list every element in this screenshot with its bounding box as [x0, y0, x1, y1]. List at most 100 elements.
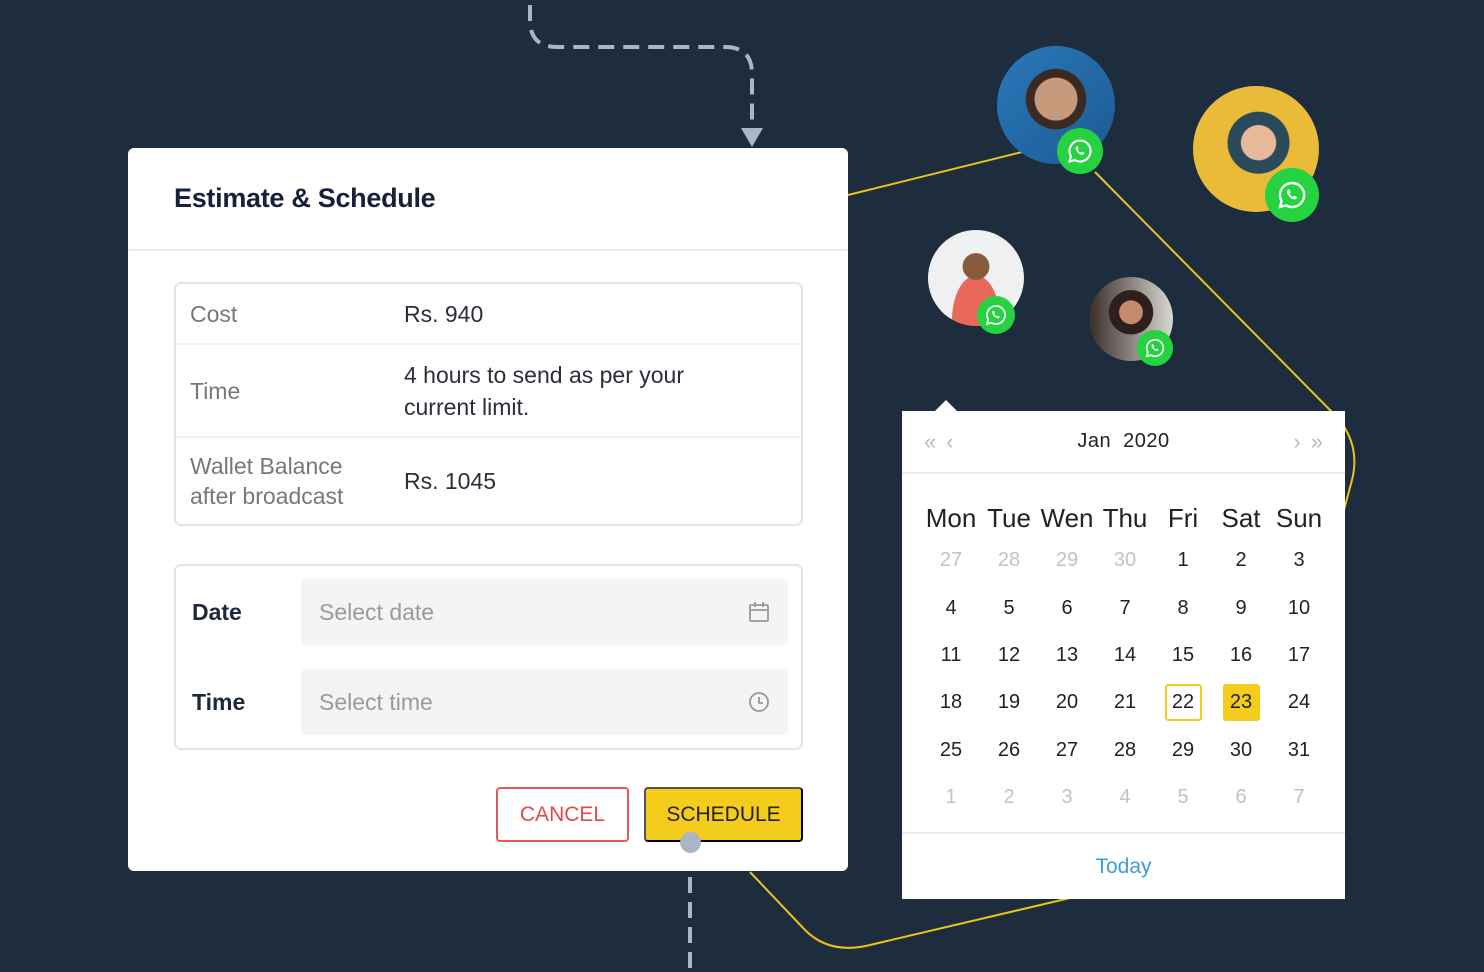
calendar-day[interactable]: 17	[1270, 632, 1328, 679]
weekday-label: Thu	[1102, 503, 1148, 533]
calendar-days: 27 28 29 30 1 2 3 4 5 6 7 8 9 10 11 12 13 14 15 16 17 18 19 20 2…	[922, 537, 1338, 821]
estimate-row-time: Time 4 hours to send as per your current…	[176, 345, 801, 438]
calendar-day[interactable]: 20	[1038, 679, 1096, 726]
calendar-day[interactable]: 28	[980, 537, 1038, 584]
calendar-day[interactable]: 30	[1212, 727, 1270, 774]
day-number: 28	[997, 549, 1021, 572]
estimate-row-wallet: Wallet Balance after broadcast Rs. 1045	[176, 438, 801, 524]
calendar-day[interactable]: 6	[1038, 584, 1096, 631]
date-input[interactable]: Select date	[301, 579, 788, 645]
calendar-day[interactable]: 15	[1154, 632, 1212, 679]
calendar-day[interactable]: 2	[1212, 537, 1270, 584]
estimate-schedule-dialog: Estimate & Schedule Cost Rs. 940 Time 4 …	[128, 148, 848, 871]
calendar-day[interactable]: 4	[922, 584, 980, 631]
calendar-day[interactable]: 5	[980, 584, 1038, 631]
calendar-day[interactable]: 12	[980, 632, 1038, 679]
day-number: 15	[1171, 643, 1195, 666]
calendar-day[interactable]: 1	[1154, 537, 1212, 584]
estimate-value: Rs. 1045	[404, 468, 497, 494]
prev-month-button[interactable]: ‹	[946, 429, 953, 455]
day-number: 26	[997, 738, 1021, 761]
calendar-day[interactable]: 6	[1212, 774, 1270, 821]
calendar-day[interactable]: 16	[1212, 632, 1270, 679]
calendar-day[interactable]: 27	[922, 537, 980, 584]
clock-icon[interactable]	[748, 691, 770, 713]
day-number: 24	[1287, 691, 1311, 714]
calendar-day[interactable]: 7	[1270, 774, 1328, 821]
calendar-day[interactable]: 2	[980, 774, 1038, 821]
calendar-month-label[interactable]: Jan 2020	[1077, 430, 1169, 453]
prev-year-button[interactable]: «	[924, 429, 936, 455]
calendar-day[interactable]: 14	[1096, 632, 1154, 679]
day-number: 5	[1177, 786, 1189, 809]
calendar-icon[interactable]	[748, 601, 770, 623]
weekday-label: Wen	[1040, 503, 1094, 533]
day-number: 30	[1113, 549, 1137, 572]
calendar-day[interactable]: 21	[1096, 679, 1154, 726]
next-year-button[interactable]: »	[1311, 429, 1323, 455]
day-number: 16	[1229, 643, 1253, 666]
calendar-day[interactable]: 30	[1096, 537, 1154, 584]
calendar-day[interactable]: 7	[1096, 584, 1154, 631]
estimate-label: Cost	[190, 300, 238, 327]
day-number: 22	[1164, 684, 1202, 722]
weekday-label: Fri	[1167, 503, 1199, 533]
day-number: 1	[945, 786, 957, 809]
calendar-day[interactable]: 27	[1038, 727, 1096, 774]
schedule-form: Date Select date Time Select time	[174, 564, 803, 750]
calendar-day[interactable]: 29	[1154, 727, 1212, 774]
calendar-day[interactable]: 3	[1038, 774, 1096, 821]
calendar-day[interactable]: 5	[1154, 774, 1212, 821]
day-number: 4	[1119, 786, 1131, 809]
connector-node	[680, 832, 701, 853]
calendar-header: « ‹ Jan 2020 › »	[902, 411, 1345, 474]
calendar-grid: Mon Tue Wen Thu Fri Sat Sun 27 28 29 30 1 2 3 4 5 6 7 8 9 1…	[922, 499, 1338, 821]
calendar-day[interactable]: 10	[1270, 584, 1328, 631]
calendar-day[interactable]: 9	[1212, 584, 1270, 631]
today-button[interactable]: Today	[1095, 855, 1151, 879]
calendar-day[interactable]: 11	[922, 632, 980, 679]
day-number: 28	[1113, 738, 1137, 761]
calendar-day[interactable]: 18	[922, 679, 980, 726]
calendar-day[interactable]: 3	[1270, 537, 1328, 584]
calendar-day-selected[interactable]: 23	[1212, 679, 1270, 726]
calendar-day[interactable]: 29	[1038, 537, 1096, 584]
whatsapp-icon	[1137, 330, 1173, 366]
schedule-button[interactable]: SCHEDULE	[644, 787, 803, 842]
date-label: Date	[192, 598, 242, 625]
time-input[interactable]: Select time	[301, 669, 788, 735]
cancel-button[interactable]: CANCEL	[496, 787, 629, 842]
yellow-connector-top	[847, 151, 1023, 196]
day-number: 14	[1113, 643, 1137, 666]
estimate-label: Time	[190, 377, 241, 404]
day-number: 13	[1055, 643, 1079, 666]
calendar-day[interactable]: 28	[1096, 727, 1154, 774]
whatsapp-icon	[977, 296, 1015, 334]
calendar-day[interactable]: 4	[1096, 774, 1154, 821]
calendar-day[interactable]: 1	[922, 774, 980, 821]
calendar-day[interactable]: 24	[1270, 679, 1328, 726]
weekday-label: Tue	[987, 503, 1031, 533]
calendar-day[interactable]: 26	[980, 727, 1038, 774]
day-number: 11	[940, 643, 962, 666]
day-number: 19	[997, 691, 1021, 714]
calendar-day[interactable]: 31	[1270, 727, 1328, 774]
incoming-dashed-connector	[528, 5, 754, 130]
day-number: 2	[1235, 549, 1247, 572]
dialog-title: Estimate & Schedule	[174, 183, 436, 213]
date-picker-popup: « ‹ Jan 2020 › » Mon Tue Wen Thu Fri Sat Sun 2…	[902, 400, 1345, 899]
day-number: 25	[939, 738, 963, 761]
day-number: 27	[939, 549, 963, 572]
day-number: 20	[1055, 691, 1079, 714]
day-number: 4	[945, 596, 957, 619]
calendar-day[interactable]: 25	[922, 727, 980, 774]
dialog-header: Estimate & Schedule	[128, 148, 848, 251]
estimate-summary: Cost Rs. 940 Time 4 hours to send as per…	[174, 282, 803, 526]
day-number: 9	[1235, 596, 1247, 619]
calendar-day[interactable]: 13	[1038, 632, 1096, 679]
calendar-day[interactable]: 8	[1154, 584, 1212, 631]
calendar-day[interactable]: 19	[980, 679, 1038, 726]
calendar-day-today[interactable]: 22	[1154, 679, 1212, 726]
day-number: 18	[939, 691, 963, 714]
next-month-button[interactable]: ›	[1293, 429, 1300, 455]
